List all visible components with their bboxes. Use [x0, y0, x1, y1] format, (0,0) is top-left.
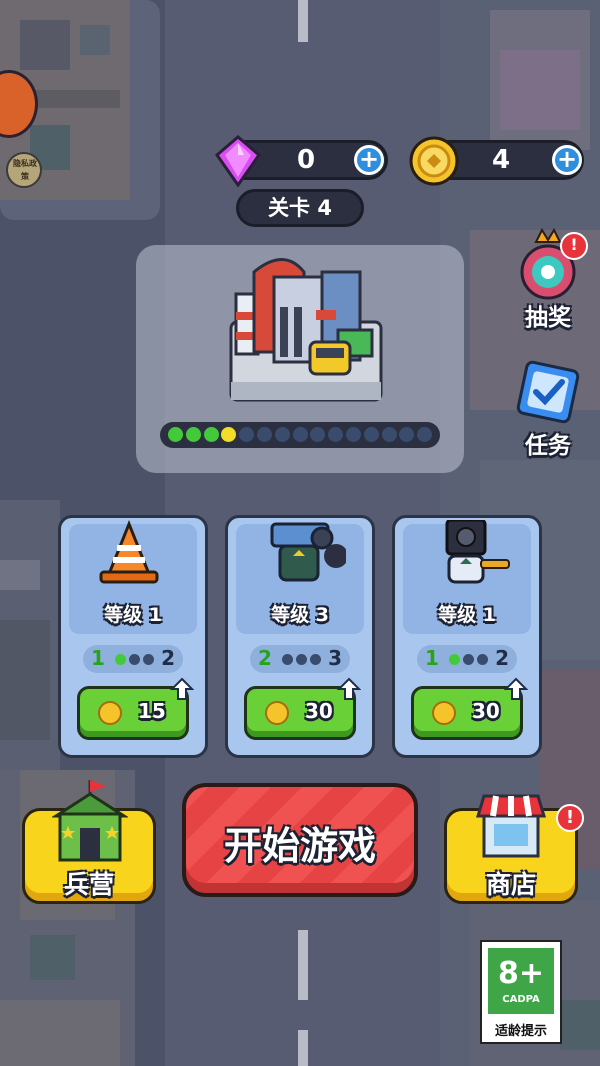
coin-icon — [265, 701, 289, 725]
upgrade-card[interactable]: 等级 1 1 2 30 — [392, 515, 542, 758]
upgrade-cost: 30 — [472, 699, 500, 723]
speaker-head-unit-icon — [445, 520, 510, 584]
shop-label: 商店 — [485, 870, 536, 899]
upgrade-card[interactable]: 等级 3 2 3 30 — [225, 515, 375, 758]
level-indicator: 关卡 4 — [236, 189, 364, 227]
upgrade-buy-button[interactable]: 30 — [411, 677, 528, 740]
stage-progress-dot — [346, 427, 361, 442]
barracks-label: 兵营 — [63, 870, 114, 899]
start-game-label: 开始游戏 — [223, 824, 376, 868]
tasks-label: 任务 — [525, 433, 571, 459]
progress-dot — [129, 654, 140, 665]
privacy-policy-button[interactable]: 隐私政策 — [6, 152, 42, 188]
gem-count: 0 — [296, 145, 316, 175]
progress-to-level: 3 — [328, 646, 342, 670]
coin-icon — [98, 701, 122, 725]
age-rating-badge: 8+ CADPA 适龄提示 — [480, 940, 562, 1044]
upgrade-buy-button[interactable]: 15 — [77, 677, 194, 740]
stage-progress-dot — [381, 427, 397, 442]
progress-dot — [477, 654, 488, 665]
lottery-label: 抽奖 — [525, 305, 571, 331]
progress-to-level: 2 — [161, 646, 175, 670]
stage-building-icon — [229, 258, 383, 402]
camera-head-unit-icon — [270, 522, 346, 582]
tasks-checklist-icon — [516, 360, 580, 424]
stage-progress-bar — [160, 422, 440, 448]
level-label: 关卡 4 — [268, 196, 332, 220]
progress-from-level: 1 — [91, 646, 105, 670]
upgrade-buy-button[interactable]: 30 — [244, 677, 361, 740]
privacy-policy-label: 隐私政策 — [13, 159, 37, 181]
upgrade-arrow-icon — [170, 677, 194, 700]
stage-progress-dots — [168, 427, 434, 443]
coin-icon — [432, 701, 456, 725]
unit-level-label: 等级 1 — [438, 604, 496, 626]
progress-dot — [310, 654, 321, 665]
stage-progress-dot — [417, 427, 433, 442]
stage-progress-dot — [185, 427, 201, 442]
lottery-alert-icon: ! — [560, 232, 588, 260]
age-rating-caption: 适龄提示 — [494, 1024, 547, 1039]
upgrade-card[interactable]: 等级 1 1 2 15 — [58, 515, 208, 758]
progress-dot — [115, 654, 126, 665]
age-rating-panel: 8+ CADPA — [488, 948, 554, 1014]
progress-from-level: 1 — [425, 646, 439, 670]
add-coins-button[interactable]: + — [552, 145, 582, 175]
unit-upgrade-progress: 23 — [250, 645, 350, 673]
stage-progress-dot — [274, 427, 290, 442]
shop-alert-icon: ! — [556, 804, 584, 832]
unit-level-label: 等级 3 — [271, 604, 329, 626]
stage-progress-dot — [239, 427, 255, 442]
stage-progress-dot — [203, 427, 219, 442]
progress-dot — [449, 654, 460, 665]
shop-icon — [475, 794, 547, 858]
upgrade-arrow-icon — [337, 677, 361, 700]
unit-level-label: 等级 1 — [104, 604, 162, 626]
lottery-button[interactable]: ! 抽奖 — [512, 228, 588, 332]
progress-dot — [463, 654, 474, 665]
stage-progress-dot — [399, 427, 415, 442]
progress-to-level: 2 — [495, 646, 509, 670]
unit-upgrade-progress: 12 — [417, 645, 517, 673]
upgrade-cost: 15 — [138, 699, 166, 723]
stage-progress-dot — [168, 427, 183, 442]
stage-progress-dot — [221, 427, 237, 442]
stage-progress-dot — [257, 427, 272, 442]
stage-progress-dot — [292, 427, 308, 442]
coin-count: 4 — [491, 145, 511, 175]
stage-progress-dot — [363, 427, 379, 442]
traffic-cone-icon — [99, 520, 159, 584]
stage-progress-dot — [310, 427, 326, 442]
upgrade-arrow-icon — [504, 677, 528, 700]
gem-icon — [214, 135, 262, 187]
barracks-icon — [52, 780, 128, 862]
age-rating-value: 8+ — [497, 956, 544, 991]
progress-dot — [282, 654, 293, 665]
progress-dot — [143, 654, 154, 665]
tasks-button[interactable]: 任务 — [512, 360, 584, 460]
progress-from-level: 2 — [258, 646, 272, 670]
coin-icon — [409, 136, 459, 186]
age-rating-org: CADPA — [502, 994, 540, 1005]
upgrade-cost: 30 — [305, 699, 333, 723]
stage-progress-dot — [328, 427, 344, 442]
unit-upgrade-progress: 12 — [83, 645, 183, 673]
add-gems-button[interactable]: + — [354, 145, 384, 175]
start-game-button[interactable]: 开始游戏 — [182, 783, 418, 897]
progress-dot — [296, 654, 307, 665]
